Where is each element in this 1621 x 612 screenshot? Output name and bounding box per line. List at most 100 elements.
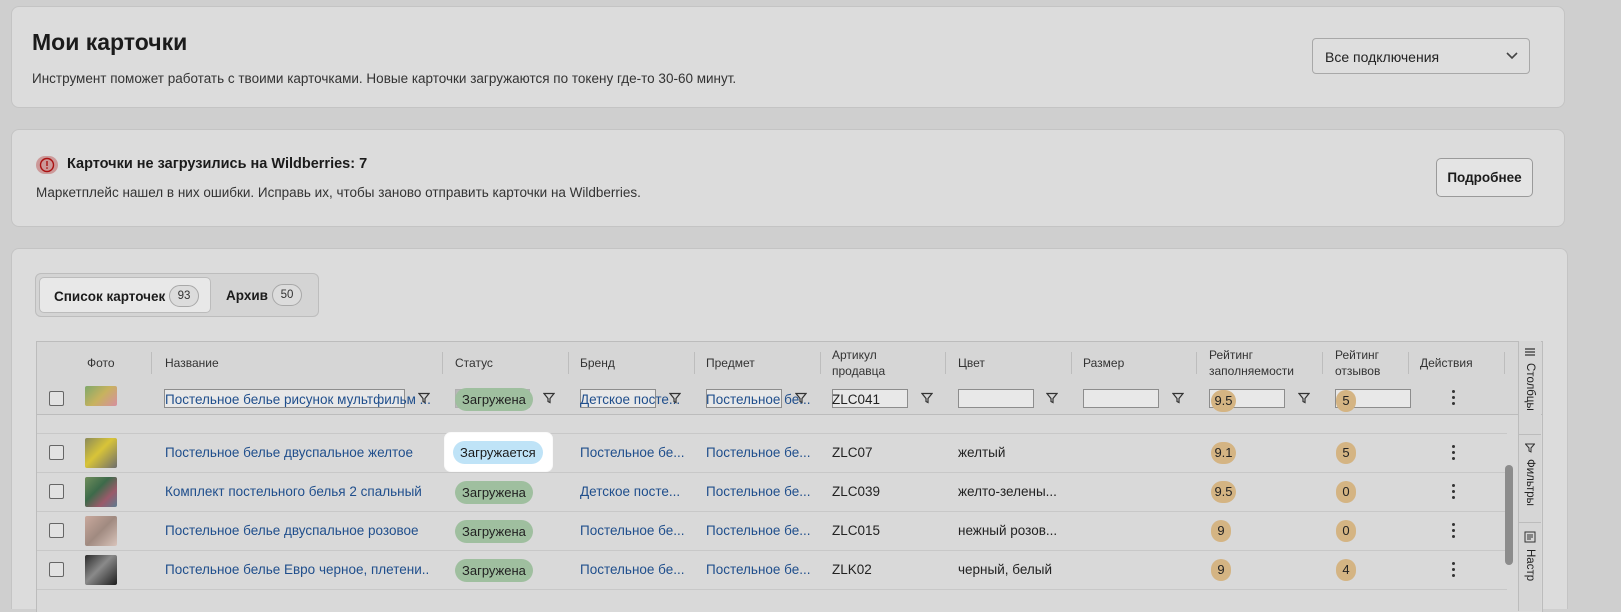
brand-link[interactable]: Детское посте... [580, 484, 690, 499]
row-actions-menu-icon[interactable] [1452, 484, 1456, 502]
row-checkbox[interactable] [49, 391, 64, 406]
table-row[interactable]: Постельное белье двуспальное желтое Пост… [37, 434, 1507, 473]
details-button[interactable]: Подробнее [1436, 158, 1533, 197]
side-tool-panel: Столбцы Фильтры Настр [1518, 341, 1541, 611]
connections-select-value: Все подключения [1325, 49, 1440, 65]
column-separator[interactable] [1322, 352, 1323, 374]
product-name-link[interactable]: Постельное белье рисунок мультфильм ... [165, 392, 430, 407]
row-checkbox[interactable] [49, 445, 64, 460]
product-name-link[interactable]: Постельное белье двуспальное розовое [165, 523, 430, 538]
page-title: Мои карточки [32, 29, 188, 55]
tab-count-badge: 93 [169, 285, 199, 307]
subject-link[interactable]: Постельное бе... [706, 523, 816, 538]
column-separator[interactable] [1408, 352, 1409, 374]
review-rating-pill: 5 [1336, 390, 1356, 412]
subject-link[interactable]: Постельное бе... [706, 392, 816, 407]
alert-text: Маркетплейс нашел в них ошибки. Исправь … [36, 185, 641, 200]
row-actions-menu-icon[interactable] [1452, 390, 1456, 408]
highlighted-status-cell: Загружается [445, 433, 552, 471]
cards-list-panel: Список карточек 93 Архив 50 Фото Названи… [11, 248, 1568, 612]
color-cell: желто-зелены... [958, 484, 1057, 499]
settings-panel-button[interactable]: Настр [1519, 523, 1541, 611]
review-rating-pill: 4 [1336, 559, 1356, 581]
review-rating-pill: 5 [1336, 442, 1356, 464]
column-separator[interactable] [568, 352, 569, 374]
subject-link[interactable]: Постельное бе... [706, 445, 816, 460]
brand-link[interactable]: Детское посте... [580, 392, 690, 407]
table-row[interactable]: Постельное белье рисунок мультфильм ... … [37, 386, 1507, 434]
fill-rating-pill: 9.1 [1211, 442, 1236, 464]
review-rating-pill: 0 [1336, 481, 1356, 503]
fill-rating-pill: 9.5 [1211, 390, 1236, 412]
row-actions-menu-icon[interactable] [1452, 562, 1456, 580]
brand-link[interactable]: Постельное бе... [580, 523, 690, 538]
column-header-brand[interactable]: Бренд [580, 342, 615, 384]
article-cell: ZLC015 [832, 523, 881, 538]
filters-panel-label: Фильтры [1524, 459, 1536, 506]
column-separator[interactable] [151, 352, 152, 374]
chevron-down-icon [1506, 52, 1518, 60]
product-thumbnail [85, 386, 117, 406]
table-row[interactable]: Постельное белье двуспальное розовое Заг… [37, 512, 1507, 551]
column-separator[interactable] [1071, 352, 1072, 374]
fill-rating-pill: 9 [1211, 559, 1231, 581]
column-header-review-rating[interactable]: Рейтинг отзывов [1335, 342, 1405, 384]
subject-link[interactable]: Постельное бе... [706, 484, 816, 499]
subject-link[interactable]: Постельное бе... [706, 562, 816, 577]
article-cell: ZLC041 [832, 392, 881, 407]
settings-panel-label: Настр [1524, 549, 1536, 582]
column-header-size[interactable]: Размер [1083, 342, 1124, 384]
columns-panel-button[interactable]: Столбцы [1519, 341, 1541, 435]
status-badge: Загружена [455, 520, 533, 543]
row-checkbox[interactable] [49, 484, 64, 499]
tab-count-badge: 50 [272, 284, 302, 306]
status-badge-loading: Загружается [453, 441, 543, 464]
color-cell: черный, белый [958, 562, 1053, 577]
column-header-fill-rating[interactable]: Рейтинг заполняемости [1209, 342, 1319, 384]
status-badge: Загружена [455, 559, 533, 582]
status-badge: Загружена [455, 388, 533, 411]
brand-link[interactable]: Постельное бе... [580, 562, 690, 577]
column-header-actions: Действия [1420, 356, 1473, 370]
column-header-name[interactable]: Название [165, 342, 219, 384]
row-checkbox[interactable] [49, 562, 64, 577]
column-header-photo[interactable]: Фото [87, 342, 115, 384]
color-cell: желтый [958, 445, 1006, 460]
table-scrollbar[interactable] [1505, 465, 1513, 565]
settings-icon [1524, 531, 1536, 543]
connections-select[interactable]: Все подключения [1312, 38, 1530, 74]
tab-label: Список карточек [54, 289, 166, 304]
page-description: Инструмент поможет работать с твоими кар… [32, 71, 737, 86]
product-thumbnail [85, 438, 117, 468]
column-separator[interactable] [1196, 352, 1197, 374]
product-thumbnail [85, 555, 117, 585]
color-cell: нежный розов... [958, 523, 1058, 538]
column-separator[interactable] [694, 352, 695, 374]
tab-archive[interactable]: Архив 50 [213, 277, 313, 313]
product-name-link[interactable]: Постельное белье Евро черное, плетени... [165, 562, 430, 577]
review-rating-pill: 0 [1336, 520, 1356, 542]
product-name-link[interactable]: Комплект постельного белья 2 спальный [165, 484, 430, 499]
error-alert: Карточки не загрузились на Wildberries: … [11, 129, 1565, 227]
column-header-subject[interactable]: Предмет [706, 342, 755, 384]
article-cell: ZLK02 [832, 562, 872, 577]
error-icon [36, 156, 58, 174]
columns-panel-label: Столбцы [1524, 363, 1536, 411]
column-header-color[interactable]: Цвет [958, 342, 985, 384]
column-header-status[interactable]: Статус [455, 342, 493, 384]
row-actions-menu-icon[interactable] [1452, 523, 1456, 541]
tab-cards-list[interactable]: Список карточек 93 [39, 277, 211, 313]
row-checkbox[interactable] [49, 523, 64, 538]
table-row[interactable]: Постельное белье Евро черное, плетени...… [37, 551, 1507, 590]
row-actions-menu-icon[interactable] [1452, 445, 1456, 463]
column-separator[interactable] [442, 352, 443, 374]
product-name-link[interactable]: Постельное белье двуспальное желтое [165, 445, 430, 460]
column-header-article[interactable]: Артикул продавца [832, 342, 912, 384]
column-separator[interactable] [820, 352, 821, 374]
brand-link[interactable]: Постельное бе... [580, 445, 690, 460]
filters-panel-button[interactable]: Фильтры [1519, 435, 1541, 523]
table-row[interactable]: Комплект постельного белья 2 спальный За… [37, 473, 1507, 512]
table-header: Фото Название Статус Бренд Предмет Артик… [37, 342, 1542, 385]
tabs: Список карточек 93 Архив 50 [35, 273, 319, 317]
column-separator[interactable] [945, 352, 946, 374]
